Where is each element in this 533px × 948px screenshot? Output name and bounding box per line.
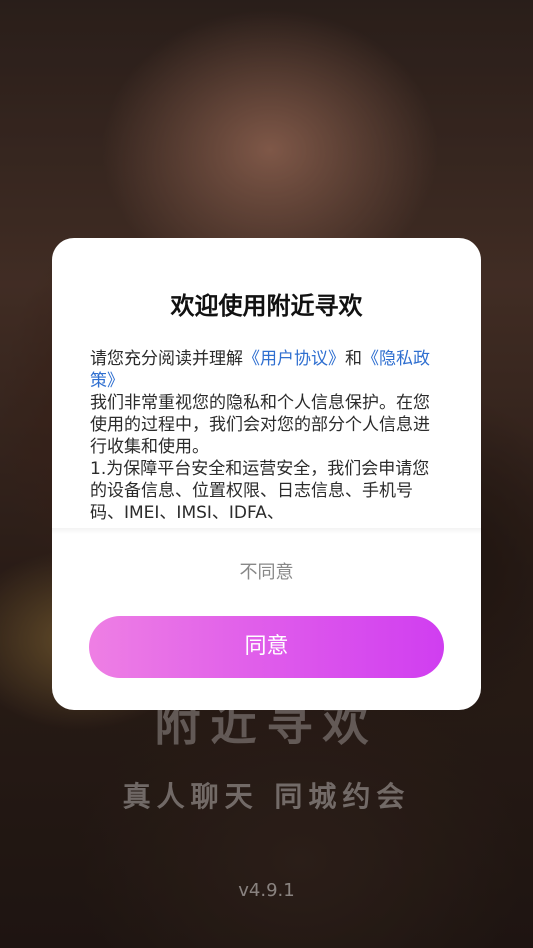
user-agreement-link[interactable]: 《用户协议》 — [243, 349, 345, 369]
app-slogan-text: 真人聊天 同城约会 — [122, 780, 411, 813]
dialog-title: 欢迎使用附近寻欢 — [170, 292, 363, 320]
intro-prefix: 请您充分阅读并理解 — [90, 349, 243, 369]
and-text: 和 — [345, 349, 362, 369]
paragraph-data-collection: 1.为保障平台安全和运营安全，我们会申请您的设备信息、位置权限、日志信息、手机号… — [90, 459, 430, 523]
privacy-dialog: 欢迎使用附近寻欢 请您充分阅读并理解《用户协议》和《隐私政策》 我们非常重视您的… — [52, 238, 481, 710]
paragraph-privacy-commitment: 我们非常重视您的隐私和个人信息保护。在您使用的过程中，我们会对您的部分个人信息进… — [90, 393, 430, 457]
version-label: v4.9.1 — [238, 880, 295, 901]
disagree-button[interactable]: 不同意 — [52, 558, 481, 584]
dialog-body[interactable]: 请您充分阅读并理解《用户协议》和《隐私政策》 我们非常重视您的隐私和个人信息保护… — [90, 348, 446, 526]
agree-button[interactable]: 同意 — [89, 616, 444, 678]
scroll-fade-divider — [52, 528, 481, 534]
intro-line: 请您充分阅读并理解《用户协议》和《隐私政策》 — [90, 348, 446, 392]
